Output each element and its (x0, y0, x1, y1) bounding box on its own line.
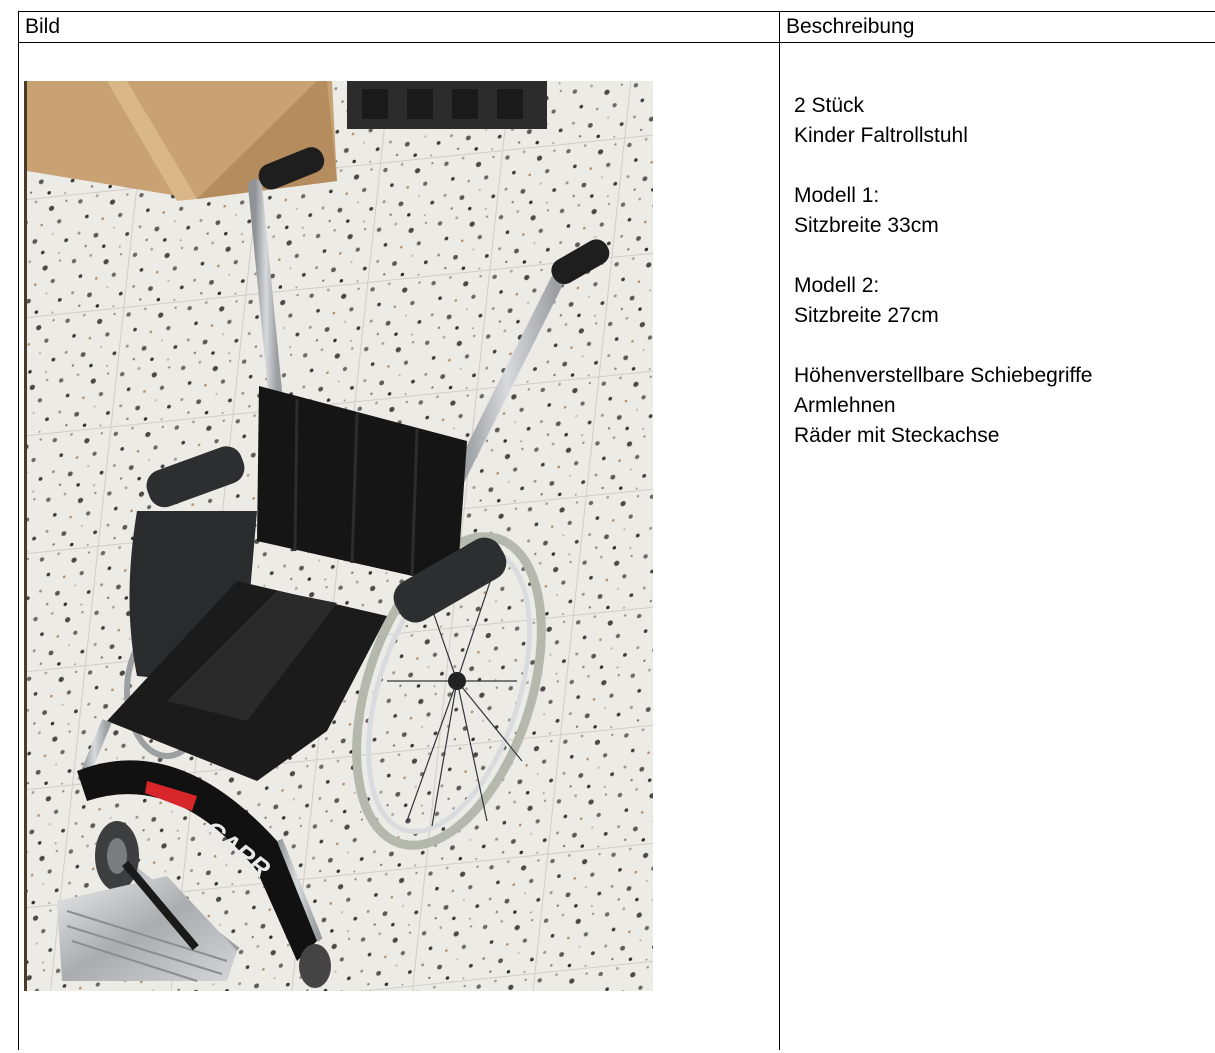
model2-seat-width: Sitzbreite 27cm (794, 304, 939, 327)
description-cell: 2 Stück Kinder Faltrollstuhl Modell 1: S… (779, 42, 1215, 1050)
table-header-row: Bild Beschreibung (18, 11, 1215, 43)
image-cell: CARR (18, 42, 780, 1050)
wheelchair-photo: CARR (24, 81, 653, 991)
feature-item: Höhenverstellbare Schiebegriffe (794, 364, 1093, 387)
product-table: Bild Beschreibung CARR 2 Stück Kinder Fa… (18, 11, 1215, 1050)
header-image: Bild (18, 11, 780, 43)
model1-title: Modell 1: (794, 184, 880, 207)
product-name: Kinder Faltrollstuhl (794, 124, 968, 147)
document-page: Bild Beschreibung CARR 2 Stück Kinder Fa… (0, 0, 1215, 1053)
header-description: Beschreibung (779, 11, 1215, 43)
feature-item: Armlehnen (794, 394, 896, 417)
table-row: CARR 2 Stück Kinder Faltrollstuhl Modell… (18, 42, 1215, 1050)
model2-title: Modell 2: (794, 274, 880, 297)
quantity-text: 2 Stück (794, 94, 865, 117)
model1-seat-width: Sitzbreite 33cm (794, 214, 939, 237)
feature-item: Räder mit Steckachse (794, 424, 1000, 447)
description-text: 2 Stück Kinder Faltrollstuhl Modell 1: S… (780, 43, 1215, 451)
